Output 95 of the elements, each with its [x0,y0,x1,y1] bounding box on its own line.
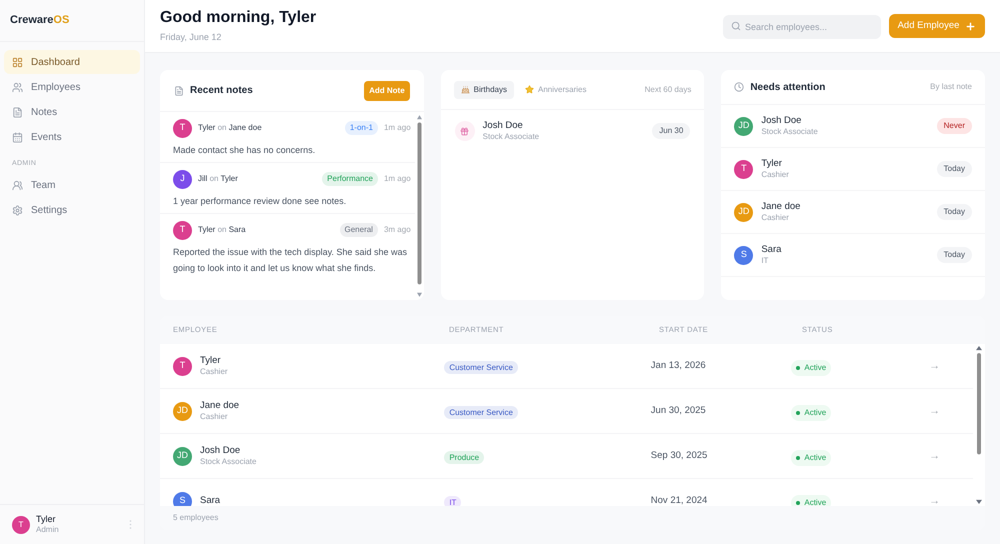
document-icon [12,106,23,118]
date-text: Friday, June 12 [160,30,222,44]
person-role: IT [761,256,770,266]
status-badge: Today [936,204,972,220]
note-time: 1m ago [384,173,411,185]
avatar: J [173,170,192,188]
department-tag: Customer Service [444,406,518,419]
note-text: Made contact she has no concerns. [173,144,316,157]
add-note-button[interactable]: Add Note [364,80,410,100]
settings-icon [12,205,23,216]
row-arrow[interactable]: → [929,402,940,420]
status-tag: Active [791,450,832,466]
nav-item[interactable]: Dashboard [4,50,140,74]
person-name: Josh Doe [761,115,802,127]
nav-item[interactable]: Notes [4,100,140,124]
person-name: Jane doe [761,201,800,213]
employee-name: Jane doe [200,400,240,412]
avatar: S [734,246,754,264]
users-icon [12,82,23,92]
team-icon [12,180,23,191]
employee-name: Josh Doe [200,445,242,457]
note-author: Jill on Tyler [198,173,238,185]
person-name: Josh Doe [482,120,524,132]
grid-icon [12,56,23,68]
brand-logo: CrewareOS [10,13,70,28]
card-title: Needs attention [750,80,826,94]
nav-item[interactable]: Settings [4,198,140,222]
employee-role: Stock Associate [200,456,256,467]
start-date: Nov 21, 2024 [650,494,708,506]
status-badge: Never [936,118,972,134]
avatar: T [12,516,30,534]
calendar-icon [12,132,23,142]
note-tag: Performance [322,172,378,186]
avatar: S [173,492,192,506]
nav-item[interactable]: Team [4,174,140,198]
employee-role: Cashier [200,412,229,422]
avatar: T [173,220,192,240]
note-text: 1 year performance review done see notes. [173,195,348,208]
search-icon [731,20,741,30]
person-role: Cashier [761,170,789,180]
person-role: Cashier [761,212,790,223]
row-arrow[interactable]: → [929,358,940,374]
plus-icon [965,20,976,32]
star-icon [525,85,534,94]
status-tag: Active [791,360,832,376]
avatar: JD [734,116,754,136]
scrollbar-drawing[interactable] [973,344,985,506]
note-author: Tyler on Sara [198,224,246,236]
note-tag: 1-on-1 [344,121,378,135]
sort-label: By last note [930,81,972,93]
person-role: Stock Associate [761,126,818,137]
note-time: 3m ago [384,224,411,236]
status-tag: Active [791,495,832,506]
employee-count: 5 employees [173,512,218,524]
status-badge: Today [936,161,972,177]
row-arrow[interactable]: → [929,492,940,506]
note-author: Tyler on Jane doe [198,122,262,134]
person-name: Tyler [761,158,783,170]
date-badge: Jun 30 [652,123,690,139]
user-name: Tyler [36,514,57,526]
avatar: T [173,356,192,376]
events-tab[interactable]: Anniversaries [518,80,594,98]
department-tag: Customer Service [444,361,518,374]
department-tag: Produce [444,451,484,464]
start-date: Jan 13, 2026 [650,358,707,373]
document-icon [174,86,184,96]
card-title: Recent notes [190,84,253,98]
clock-icon [734,82,744,92]
search-field[interactable]: Search employees... [723,14,881,38]
person-name: Sara [761,244,782,256]
range-label: Next 60 days [644,84,692,96]
greeting-title: Good morning, Tyler [160,8,316,28]
status-badge: Today [936,247,972,263]
nav-item[interactable]: Employees [4,75,140,99]
avatar: JD [173,402,192,420]
user-role: Admin [36,525,59,536]
start-date: Jun 30, 2025 [650,404,707,418]
add-employee-button[interactable]: Add Employee [889,14,985,38]
row-arrow[interactable]: → [929,448,940,464]
note-tag: General [340,223,378,237]
avatar: JD [734,202,754,222]
avatar: JD [173,446,192,466]
employee-name: Sara [200,495,220,506]
status-tag: Active [791,405,832,421]
avatar: T [734,160,754,178]
note-time: 1m ago [384,122,411,134]
gift-icon [460,126,470,136]
events-tab[interactable]: Birthdays [454,80,514,98]
person-role: Stock Associate [482,132,540,142]
start-date: Sep 30, 2025 [650,448,708,463]
nav-item[interactable]: Events [4,125,140,149]
employee-name: Tyler [200,355,222,367]
avatar: T [173,118,192,138]
note-text: Reported the issue with the tech display. She said she was going to look into it and let us know what she finds. [173,246,408,275]
employee-role: Cashier [200,366,228,377]
